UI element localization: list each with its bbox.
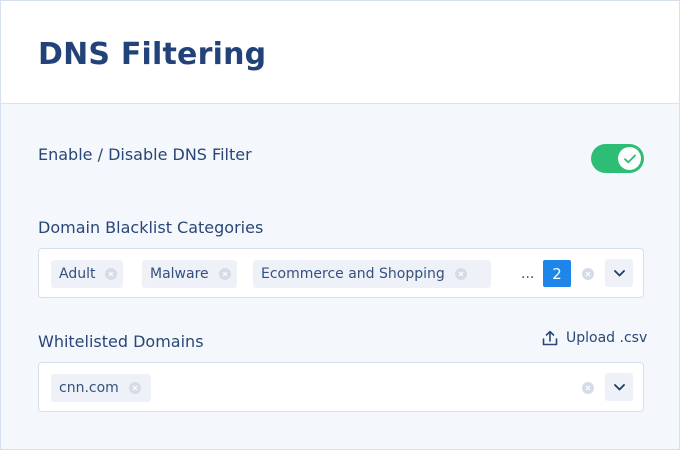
toggle-knob [618,147,641,170]
page-title: DNS Filtering [38,37,267,72]
dns-filter-label: Enable / Disable DNS Filter [38,145,252,164]
overflow-ellipsis: ... [521,266,535,282]
chevron-down-icon [613,269,625,276]
close-circle-icon[interactable] [128,382,141,394]
chip-adult: Adult [51,260,124,288]
close-circle-icon[interactable] [582,382,594,394]
chip-label: cnn.com [59,380,119,396]
check-icon [623,154,636,163]
chip-malware: Malware [142,260,237,288]
upload-icon [542,330,558,346]
close-circle-icon[interactable] [105,268,118,280]
chip-cnn: cnn.com [51,374,151,402]
more-count-badge[interactable]: 2 [543,260,571,287]
chip-label: Ecommerce and Shopping [261,266,445,282]
chip-label: Malware [150,266,209,282]
whitelist-label: Whitelisted Domains [38,332,204,351]
blacklist-label: Domain Blacklist Categories [38,218,264,237]
chip-label: Adult [59,266,96,282]
close-circle-icon[interactable] [582,268,594,280]
whitelist-multiselect[interactable]: cnn.com [38,362,644,412]
dns-filter-toggle[interactable] [591,144,644,173]
blacklist-multiselect[interactable]: Adult Malware Ecommerce and Shopping ...… [38,248,644,298]
upload-csv-button[interactable]: Upload .csv [542,330,647,346]
chip-ecommerce: Ecommerce and Shopping [253,260,491,288]
close-circle-icon[interactable] [454,268,467,280]
panel-header: DNS Filtering [1,1,679,104]
dropdown-toggle[interactable] [605,373,633,401]
upload-label: Upload .csv [566,330,648,346]
chevron-down-icon [613,383,625,390]
dropdown-toggle[interactable] [605,259,633,287]
dns-filtering-panel: DNS Filtering Enable / Disable DNS Filte… [0,0,680,450]
close-circle-icon[interactable] [218,268,231,280]
